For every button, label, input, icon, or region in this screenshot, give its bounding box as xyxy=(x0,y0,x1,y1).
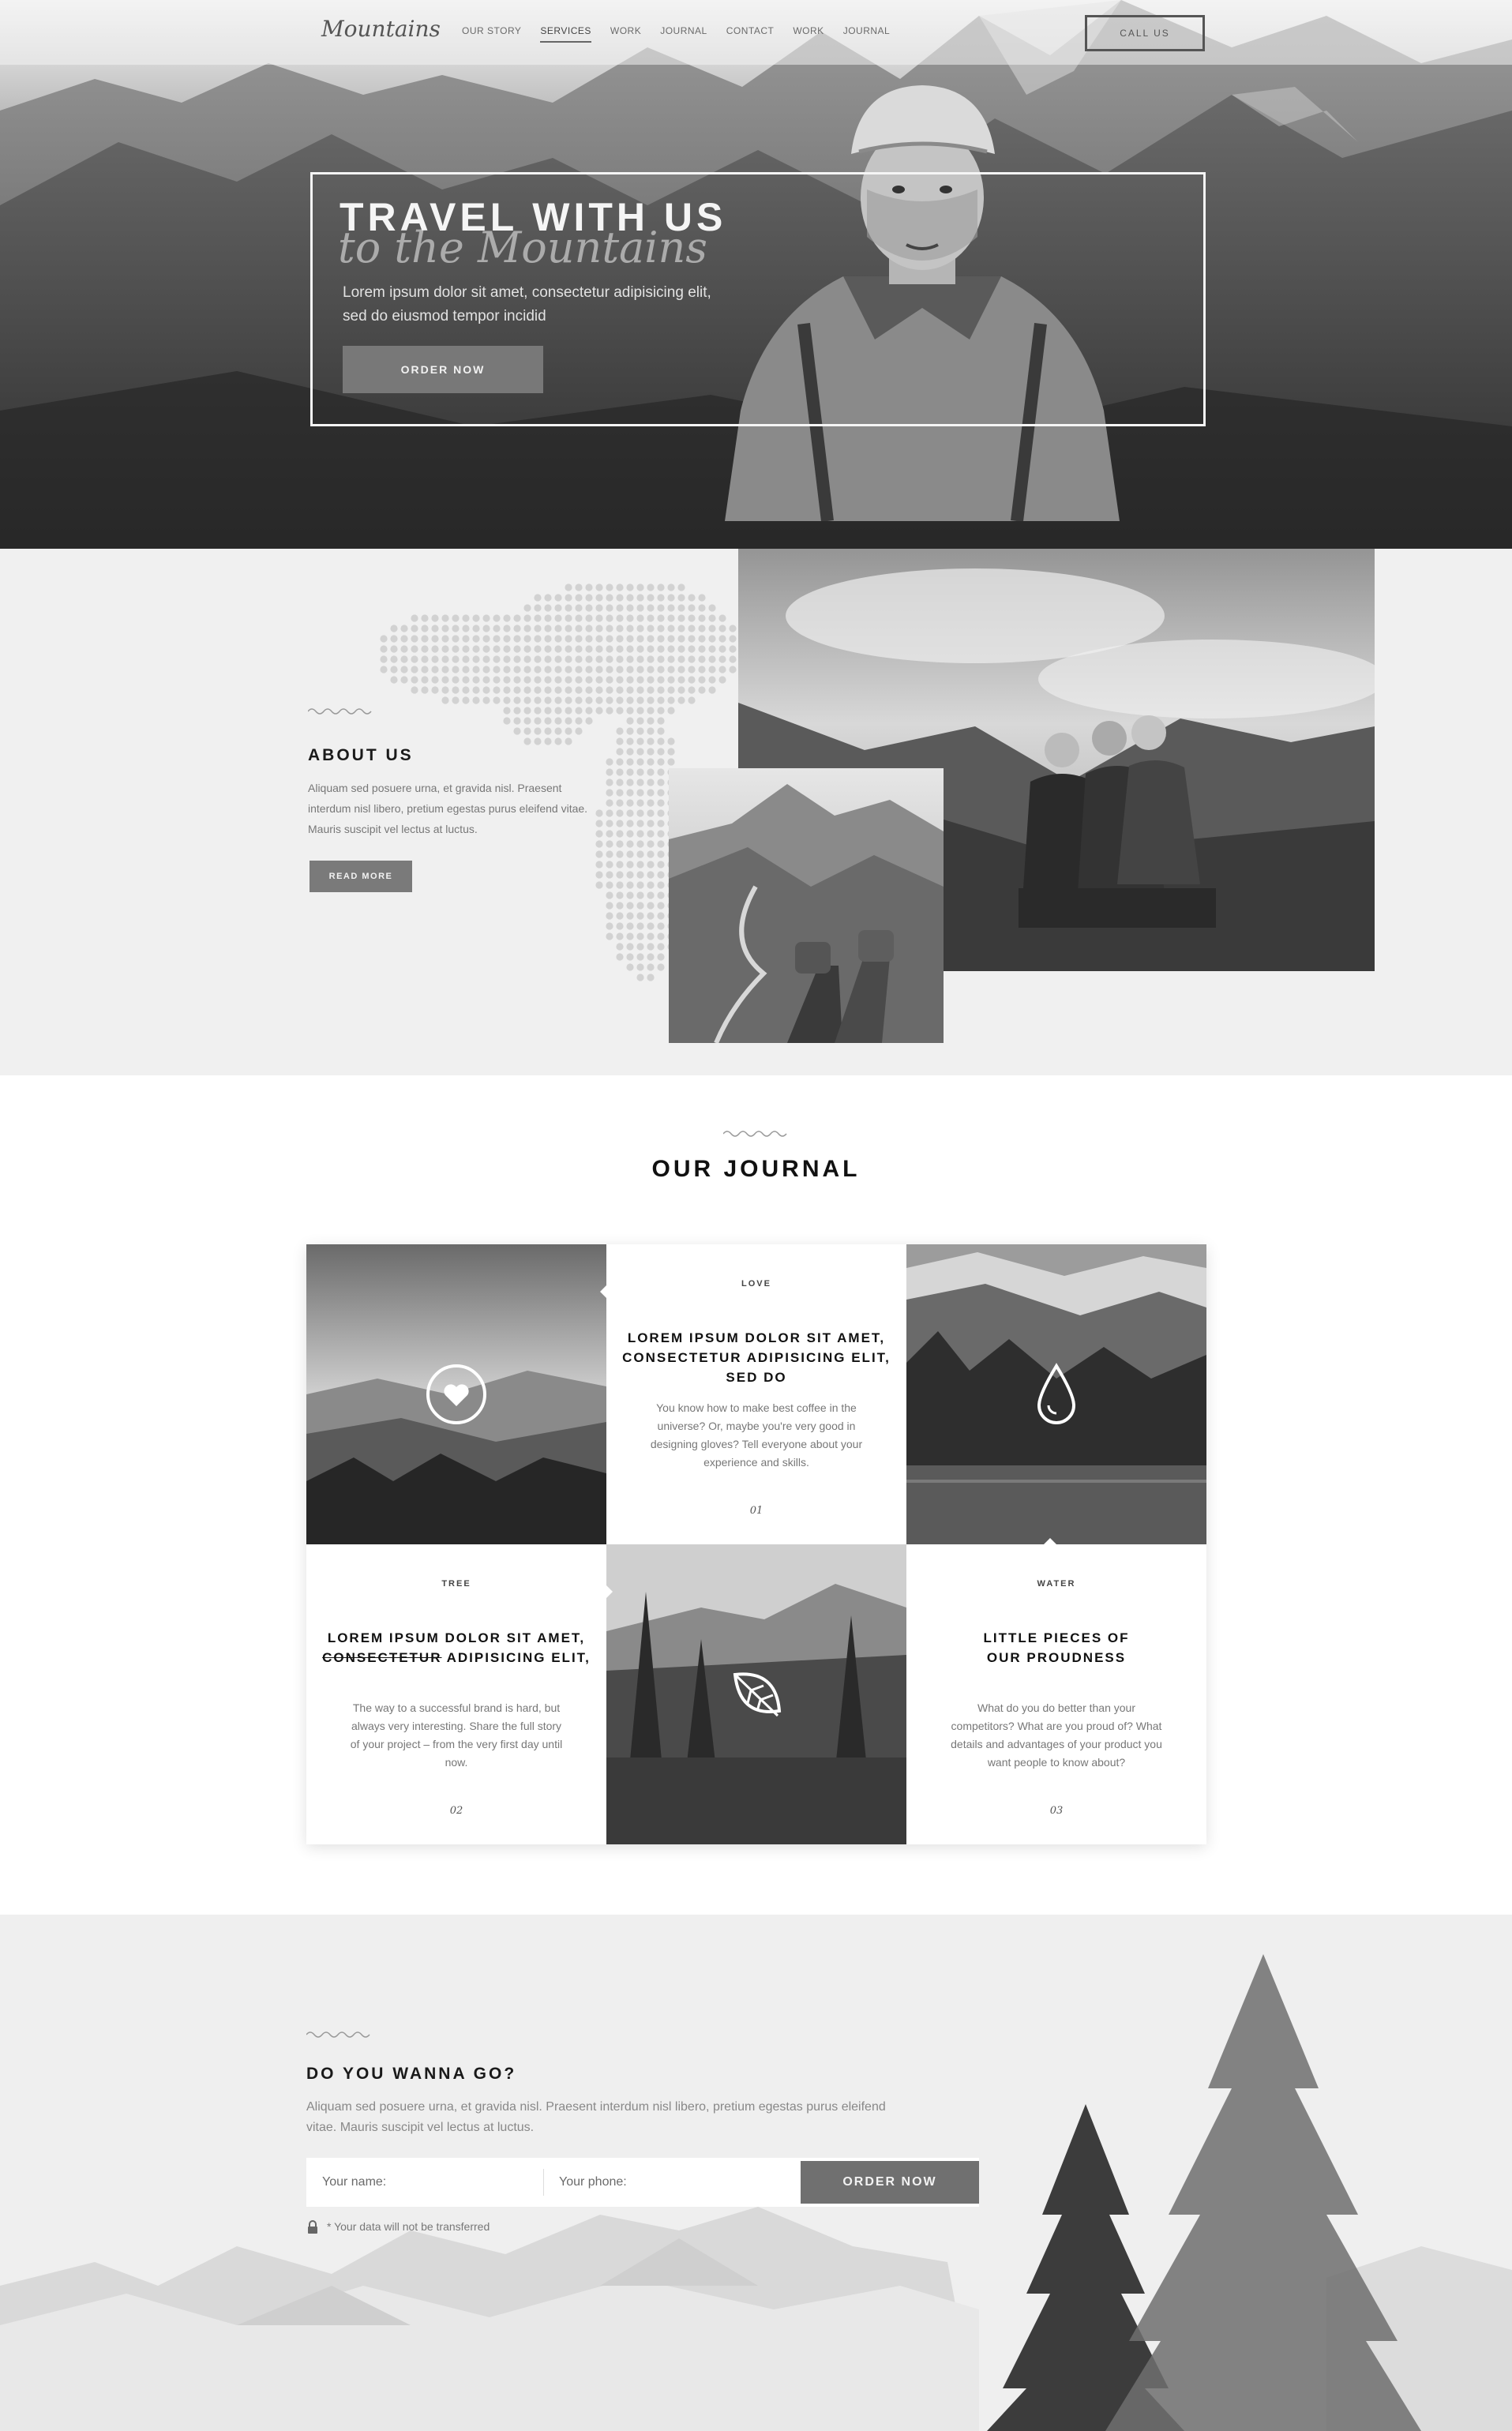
about-section: ABOUT US Aliquam sed posuere urna, et gr… xyxy=(0,549,1512,1075)
hero-text: Lorem ipsum dolor sit amet, consectetur … xyxy=(343,284,711,325)
card-tag: WATER xyxy=(1037,1579,1076,1589)
card-pointer xyxy=(600,1285,606,1298)
card-title[interactable]: LITTLE PIECES OF OUR PROUDNESS xyxy=(977,1628,1135,1668)
lock-icon xyxy=(308,2220,317,2234)
squiggle-divider xyxy=(308,708,372,715)
journal-card-love[interactable]: LOVE LOREM IPSUM DOLOR SIT AMET, CONSECT… xyxy=(606,1244,906,1544)
nav-link-our-story[interactable]: OUR STORY xyxy=(462,25,521,43)
heart-icon xyxy=(426,1364,486,1424)
nav-link-journal[interactable]: JOURNAL xyxy=(660,25,707,43)
card-pointer xyxy=(606,1585,613,1598)
card-number: 02 xyxy=(449,1805,463,1817)
call-us-button[interactable]: CALL US xyxy=(1085,15,1205,51)
squiggle-divider xyxy=(723,1131,787,1137)
nav-link-work[interactable]: WORK xyxy=(610,25,641,43)
journal-photo-water[interactable] xyxy=(906,1244,1206,1544)
card-title[interactable]: LOREM IPSUM DOLOR SIT AMET, CONSECTETUR … xyxy=(622,1328,891,1387)
hero-section: Mountains OUR STORY SERVICES WORK JOURNA… xyxy=(0,0,1512,549)
water-drop-icon xyxy=(1037,1363,1076,1424)
nav-link-contact[interactable]: CONTACT xyxy=(726,25,775,43)
card-title[interactable]: LOREM IPSUM DOLOR SIT AMET, CONSECTETUR … xyxy=(322,1628,591,1668)
journal-photo-love[interactable] xyxy=(306,1244,606,1544)
journal-section: OUR JOURNAL LOVE LOREM IPSUM DOLOR SIT A… xyxy=(0,1075,1512,1915)
booking-section: DO YOU WANNA GO? Aliquam sed posuere urn… xyxy=(0,1915,1512,2431)
nav-link-work-2[interactable]: WORK xyxy=(793,25,824,43)
card-title-strikethrough: CONSECTETUR xyxy=(322,1650,442,1665)
about-title: ABOUT US xyxy=(308,746,414,764)
journal-card-tree[interactable]: TREE LOREM IPSUM DOLOR SIT AMET, CONSECT… xyxy=(306,1544,606,1844)
card-tag: TREE xyxy=(441,1579,471,1589)
privacy-note: * Your data will not be transferred xyxy=(327,2220,490,2233)
read-more-button[interactable]: READ MORE xyxy=(310,861,412,892)
order-form: ORDER NOW xyxy=(306,2158,979,2207)
journal-title: OUR JOURNAL xyxy=(651,1156,861,1182)
card-number: 01 xyxy=(749,1505,764,1517)
card-pointer xyxy=(1044,1538,1056,1544)
squiggle-divider xyxy=(306,2031,370,2038)
card-body: What do you do better than your competit… xyxy=(951,1701,1162,1769)
card-title-part: ADIPISICING ELIT, xyxy=(441,1650,591,1665)
cta-title: DO YOU WANNA GO? xyxy=(306,2065,517,2083)
name-input[interactable] xyxy=(306,2158,543,2207)
top-navigation: Mountains OUR STORY SERVICES WORK JOURNA… xyxy=(0,0,1512,63)
journal-grid: LOVE LOREM IPSUM DOLOR SIT AMET, CONSECT… xyxy=(306,1244,1206,1844)
nav-link-journal-2[interactable]: JOURNAL xyxy=(843,25,891,43)
journal-card-water[interactable]: WATER LITTLE PIECES OF OUR PROUDNESS Wha… xyxy=(906,1544,1206,1844)
card-body: The way to a successful brand is hard, b… xyxy=(350,1701,563,1769)
nav-link-services[interactable]: SERVICES xyxy=(540,25,591,43)
valley-feet-photo xyxy=(669,768,944,1043)
journal-photo-tree[interactable] xyxy=(606,1544,906,1844)
hero-title: TRAVEL WITH US xyxy=(340,195,727,239)
nav-links: OUR STORY SERVICES WORK JOURNAL CONTACT … xyxy=(462,25,890,43)
logo[interactable]: Mountains xyxy=(321,16,441,42)
card-title-part: LOREM IPSUM DOLOR SIT AMET, xyxy=(327,1630,586,1645)
leaf-icon xyxy=(733,1672,782,1717)
cta-text: Aliquam sed posuere urna, et gravida nis… xyxy=(306,2100,886,2134)
hero-order-now-button[interactable]: ORDER NOW xyxy=(343,346,543,393)
card-tag: LOVE xyxy=(741,1279,771,1289)
order-now-button[interactable]: ORDER NOW xyxy=(801,2161,979,2204)
phone-input[interactable] xyxy=(543,2158,796,2207)
card-body: You know how to make best coffee in the … xyxy=(650,1401,863,1469)
card-number: 03 xyxy=(1049,1805,1064,1817)
about-text: Aliquam sed posuere urna, et gravida nis… xyxy=(308,782,588,835)
